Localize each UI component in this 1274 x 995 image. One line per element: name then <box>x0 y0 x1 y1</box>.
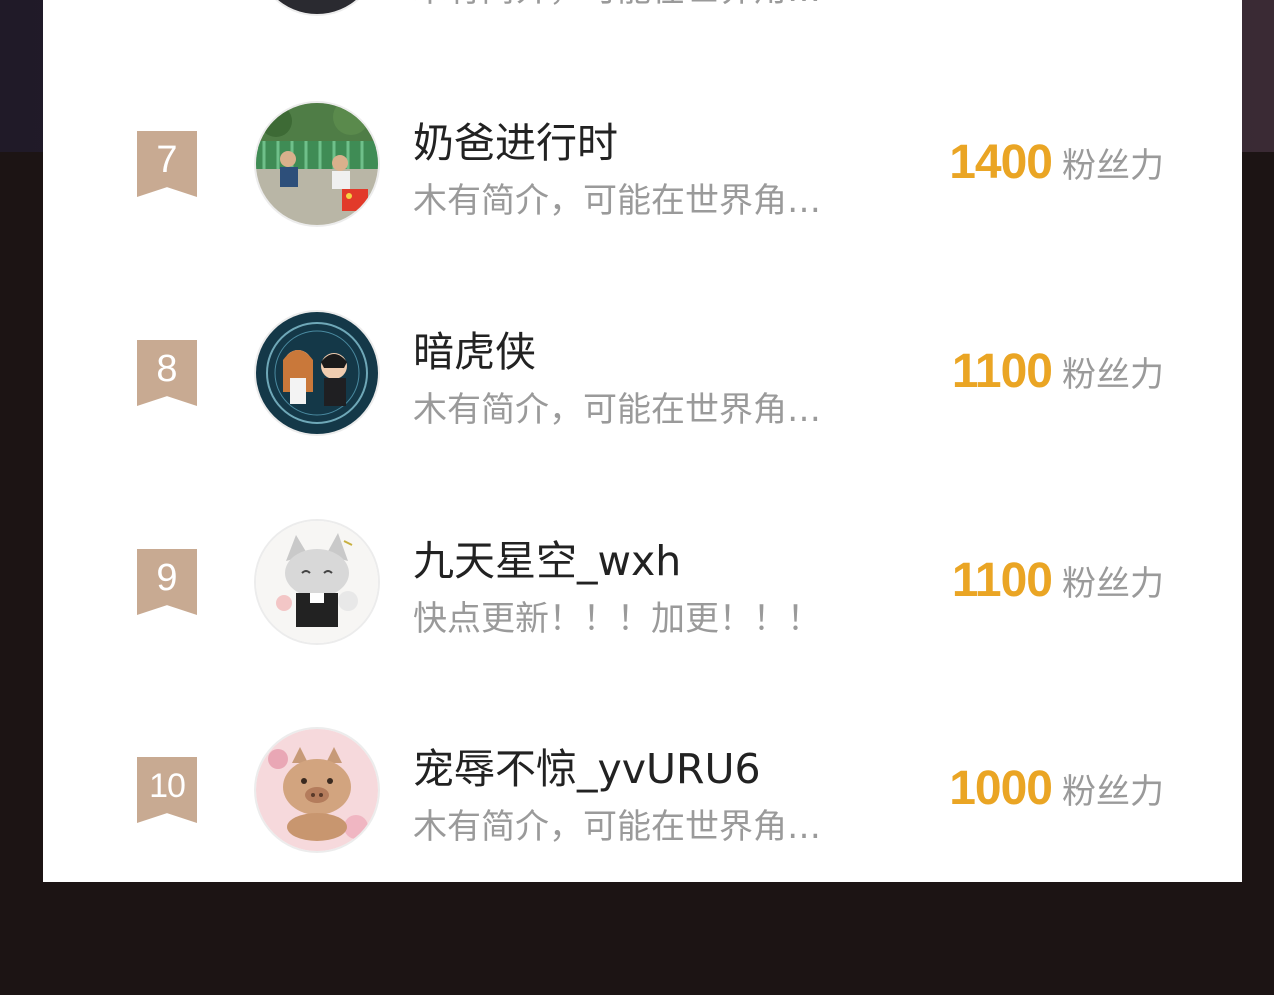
fan-power-score: 1000 <box>949 762 1053 815</box>
avatar[interactable] <box>256 521 378 643</box>
fan-power: 1100 粉丝力 <box>952 553 1164 608</box>
list-item-bio: 快点更新！！！加更！！！ <box>413 599 821 639</box>
avatar[interactable] <box>256 103 378 225</box>
leaderboard-card: 木有简介，可能在世界角… 7 <box>43 0 1242 882</box>
fan-power-unit: 粉丝力 <box>1062 355 1164 395</box>
list-item-name: 宠辱不惊_yvURU6 <box>413 745 761 793</box>
avatar-pig-icon <box>256 729 378 851</box>
fan-power: 1100 粉丝力 <box>952 344 1164 399</box>
fan-power: 1400 粉丝力 <box>949 135 1164 190</box>
avatar-cat-girl-icon <box>256 521 378 643</box>
list-item-name: 暗虎侠 <box>413 328 536 376</box>
list-item-bio: 木有简介，可能在世界角… <box>413 807 821 847</box>
avatar[interactable] <box>256 729 378 851</box>
fan-power-unit: 粉丝力 <box>1062 772 1164 812</box>
fan-power-score: 1400 <box>949 136 1053 189</box>
list-item-partial[interactable]: 木有简介，可能在世界角… <box>43 0 1242 20</box>
fan-power-unit: 粉丝力 <box>1062 146 1164 186</box>
fan-power-unit: 粉丝力 <box>1062 564 1164 604</box>
rank-badge: 7 <box>137 131 197 197</box>
list-item-bio: 木有简介，可能在世界角… <box>413 0 868 11</box>
list-item[interactable]: 10 宠辱不惊_yvURU6 木有简介，可能在世界角… 1000 粉丝力 <box>43 727 1242 857</box>
avatar-photo-kids-icon <box>256 103 378 225</box>
avatar[interactable] <box>256 312 378 434</box>
list-item[interactable]: 7 奶爸进行时 木有简介，可能在世界角… 1400 粉丝力 <box>43 101 1242 231</box>
rank-badge: 9 <box>137 549 197 615</box>
fan-power: 1000 粉丝力 <box>949 761 1164 816</box>
avatar-dark-icon <box>256 0 378 14</box>
list-item-name: 奶爸进行时 <box>413 119 618 167</box>
avatar-partial[interactable] <box>256 0 378 14</box>
fan-power-score: 1100 <box>951 554 1053 607</box>
avatar-anime-couple-icon <box>256 312 378 434</box>
list-item-bio: 木有简介，可能在世界角… <box>413 390 821 430</box>
fan-power-score: 1100 <box>951 345 1053 398</box>
list-item-bio: 木有简介，可能在世界角… <box>413 181 821 221</box>
rank-badge: 8 <box>137 340 197 406</box>
rank-badge: 10 <box>137 757 197 823</box>
list-item[interactable]: 9 九天星空_wxh 快点更新！！！加更！！！ 1100 粉丝力 <box>43 519 1242 649</box>
list-item-name: 九天星空_wxh <box>413 537 682 585</box>
list-item[interactable]: 8 暗虎侠 木有简介，可能在世界角… 1100 粉丝力 <box>43 310 1242 440</box>
